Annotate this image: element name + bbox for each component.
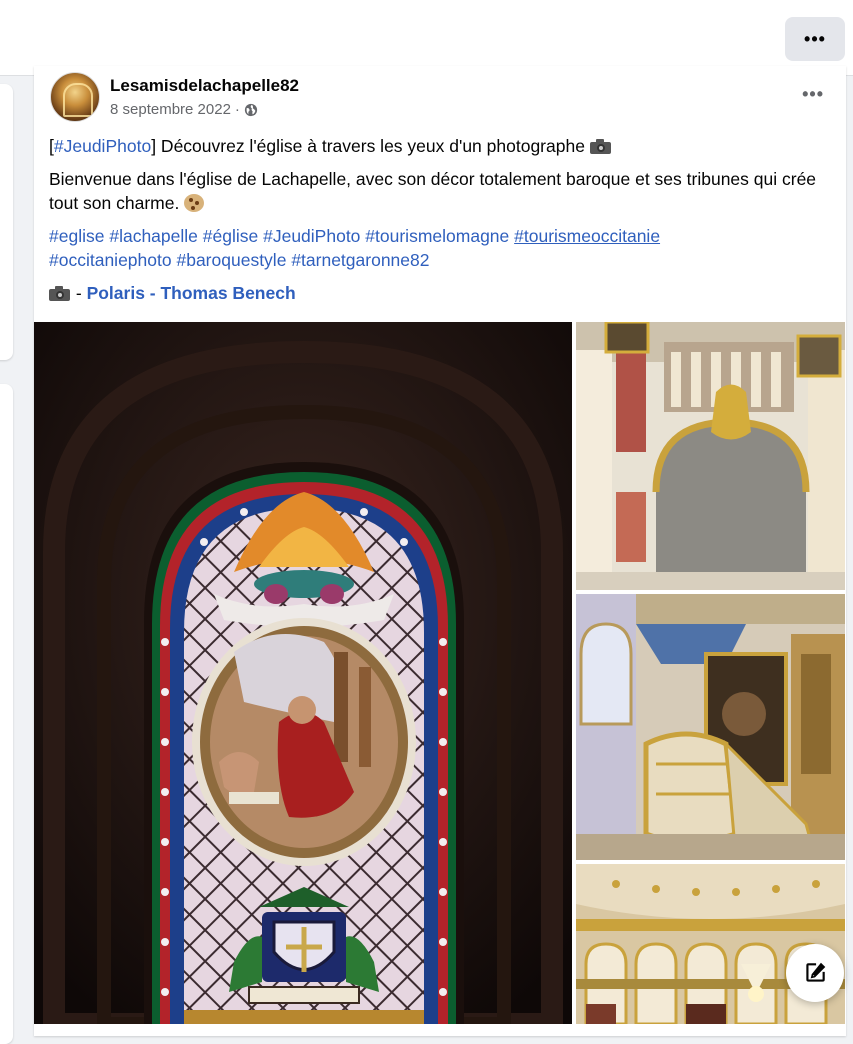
- left-side-card: [0, 84, 13, 360]
- photographer-link[interactable]: Polaris - Thomas Benech: [87, 283, 296, 303]
- hashtag-link[interactable]: #tarnetgaronne82: [291, 250, 429, 270]
- photo-baroque-arch[interactable]: [576, 322, 845, 590]
- compose-button[interactable]: [786, 944, 844, 1002]
- baroque-pulpit-image: [576, 594, 845, 860]
- left-side-card: [0, 384, 13, 1044]
- top-bar: •••: [0, 0, 853, 76]
- post-more-options-icon[interactable]: •••: [802, 84, 824, 105]
- photo-stained-glass[interactable]: [34, 322, 572, 1024]
- more-options-button[interactable]: •••: [785, 17, 845, 61]
- stained-glass-image: [34, 322, 572, 1024]
- post-text: [#JeudiPhoto] Découvrez l'église à trave…: [49, 134, 839, 314]
- post-line-2: Bienvenue dans l'église de Lachapelle, a…: [49, 167, 839, 215]
- credit-dash: -: [71, 283, 87, 303]
- camera-emoji-icon: [49, 286, 71, 301]
- post-date[interactable]: 8 septembre 2022: [110, 101, 231, 118]
- hashtag-link[interactable]: #eglise: [49, 226, 104, 246]
- post-line-1-text: Découvrez l'église à travers les yeux d'…: [156, 136, 585, 156]
- avatar[interactable]: [50, 72, 100, 122]
- post-author[interactable]: Lesamisdelachapelle82: [110, 76, 299, 96]
- baroque-arch-image: [576, 322, 845, 590]
- hashtag-list: #eglise #lachapelle #église #JeudiPhoto …: [49, 224, 839, 272]
- hashtag-link[interactable]: #tourismelomagne: [365, 226, 509, 246]
- compose-icon: [806, 962, 826, 982]
- globe-icon: [244, 103, 258, 116]
- cookie-emoji-icon: [184, 194, 205, 212]
- photo-credit: - Polaris - Thomas Benech: [49, 281, 839, 305]
- hashtag-link[interactable]: #église: [203, 226, 258, 246]
- post-line-2-text: Bienvenue dans l'église de Lachapelle, a…: [49, 169, 817, 213]
- hashtag-link[interactable]: #baroquestyle: [176, 250, 286, 270]
- hashtag-link[interactable]: #JeudiPhoto: [54, 136, 151, 156]
- hashtag-link[interactable]: #occitaniephoto: [49, 250, 172, 270]
- hashtag-link[interactable]: #tourismeoccitanie: [514, 226, 660, 246]
- more-horizontal-icon: •••: [804, 28, 826, 49]
- post-line-1: [#JeudiPhoto] Découvrez l'église à trave…: [49, 134, 839, 158]
- post-meta: 8 septembre 2022 ·: [110, 101, 258, 118]
- photo-baroque-pulpit[interactable]: [576, 594, 845, 860]
- meta-separator: ·: [234, 101, 240, 118]
- hashtag-link[interactable]: #JeudiPhoto: [263, 226, 360, 246]
- camera-emoji-icon: [589, 139, 612, 154]
- hashtag-link[interactable]: #lachapelle: [109, 226, 198, 246]
